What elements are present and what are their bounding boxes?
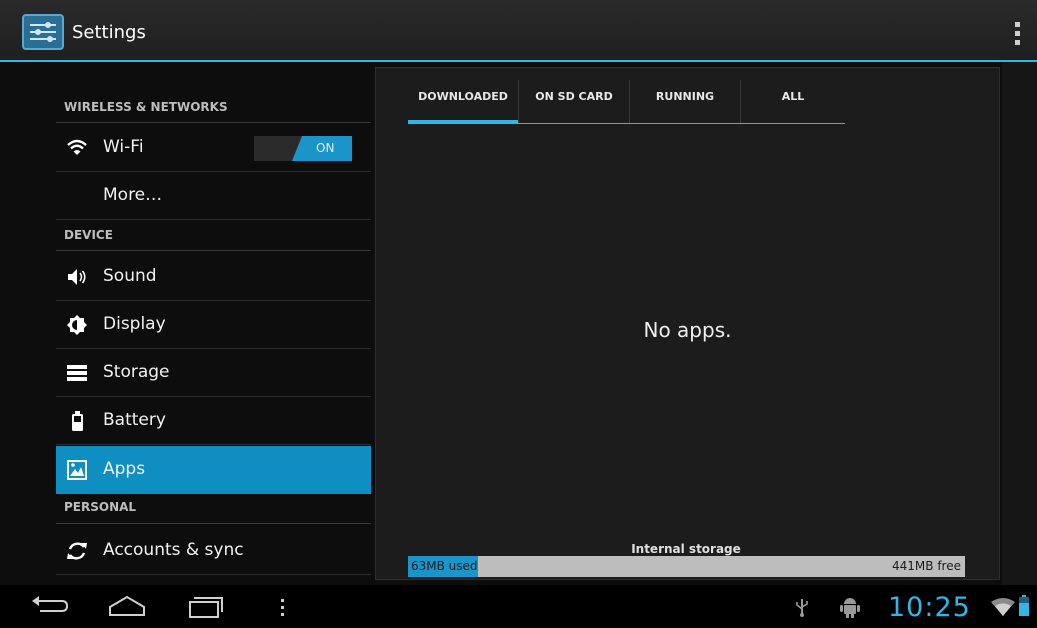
sidebar-item-label: Battery bbox=[103, 410, 166, 430]
sidebar-item-display[interactable]: Display bbox=[56, 301, 371, 349]
sidebar-item-wifi[interactable]: Wi-Fi ON bbox=[56, 124, 371, 172]
overflow-menu-icon[interactable] bbox=[1008, 22, 1028, 48]
sidebar-item-label: Sound bbox=[103, 266, 157, 286]
battery-icon bbox=[66, 410, 88, 432]
sidebar-item-label: Accounts & sync bbox=[103, 540, 244, 560]
speaker-icon bbox=[66, 266, 88, 288]
android-debug-icon bbox=[840, 596, 860, 622]
home-icon[interactable] bbox=[107, 593, 147, 623]
sidebar-item-sound[interactable]: Sound bbox=[56, 253, 371, 301]
action-bar: Settings bbox=[0, 0, 1037, 62]
wifi-toggle[interactable]: ON bbox=[254, 136, 352, 161]
sidebar-item-storage[interactable]: Storage bbox=[56, 349, 371, 397]
usb-icon bbox=[795, 597, 809, 621]
tab-downloaded[interactable]: DOWNLOADED bbox=[408, 68, 518, 124]
sidebar-item-label: More… bbox=[103, 185, 163, 205]
tab-selected-indicator bbox=[408, 120, 518, 124]
menu-icon[interactable] bbox=[280, 599, 286, 621]
sync-icon bbox=[66, 540, 88, 562]
page-title: Settings bbox=[72, 22, 146, 43]
sidebar-item-label: Storage bbox=[103, 362, 170, 382]
sidebar-item-apps[interactable]: Apps bbox=[56, 446, 371, 494]
sidebar-item-accounts-sync[interactable]: Accounts & sync bbox=[56, 527, 371, 575]
storage-label: Internal storage bbox=[631, 542, 741, 556]
section-header-wireless: WIRELESS & NETWORKS bbox=[56, 100, 371, 123]
storage-free-text: 441MB free bbox=[892, 559, 961, 573]
brightness-icon bbox=[66, 314, 88, 336]
apps-icon bbox=[66, 459, 88, 481]
sidebar-item-label: Apps bbox=[103, 459, 146, 479]
recent-apps-icon[interactable] bbox=[186, 593, 226, 623]
storage-usage-bar: 63MB used 441MB free bbox=[408, 556, 965, 577]
sidebar-item-more[interactable]: More… bbox=[56, 172, 371, 220]
tab-all[interactable]: ALL bbox=[741, 68, 845, 124]
battery-status-icon bbox=[1018, 595, 1030, 621]
toggle-state-label: ON bbox=[316, 141, 335, 155]
settings-list: WIRELESS & NETWORKS Wi-Fi ON More… DEVIC… bbox=[0, 62, 372, 585]
sidebar-item-label: Display bbox=[103, 314, 166, 334]
storage-used-text: 63MB used bbox=[411, 559, 478, 573]
storage-icon bbox=[66, 362, 88, 384]
section-header-device: DEVICE bbox=[56, 228, 371, 251]
sidebar-item-label: Wi-Fi bbox=[103, 137, 144, 157]
section-header-personal: PERSONAL bbox=[56, 500, 371, 524]
empty-list-message: No apps. bbox=[643, 318, 732, 342]
apps-content-panel: DOWNLOADED ON SD CARD RUNNING ALL No app… bbox=[375, 67, 1000, 580]
right-gutter bbox=[1002, 62, 1037, 585]
back-icon[interactable] bbox=[30, 593, 70, 623]
tab-running[interactable]: RUNNING bbox=[630, 68, 740, 124]
wifi-signal-icon bbox=[990, 597, 1016, 621]
tab-on-sd-card[interactable]: ON SD CARD bbox=[519, 68, 629, 124]
status-clock: 10:25 bbox=[888, 592, 971, 623]
system-navigation-bar: 10:25 bbox=[0, 585, 1037, 628]
settings-sliders-icon[interactable] bbox=[22, 14, 64, 50]
wifi-icon bbox=[66, 137, 88, 159]
android-settings-screen: Settings WIRELESS & NETWORKS Wi-Fi ON Mo… bbox=[0, 0, 1037, 628]
sidebar-item-battery[interactable]: Battery bbox=[56, 397, 371, 445]
